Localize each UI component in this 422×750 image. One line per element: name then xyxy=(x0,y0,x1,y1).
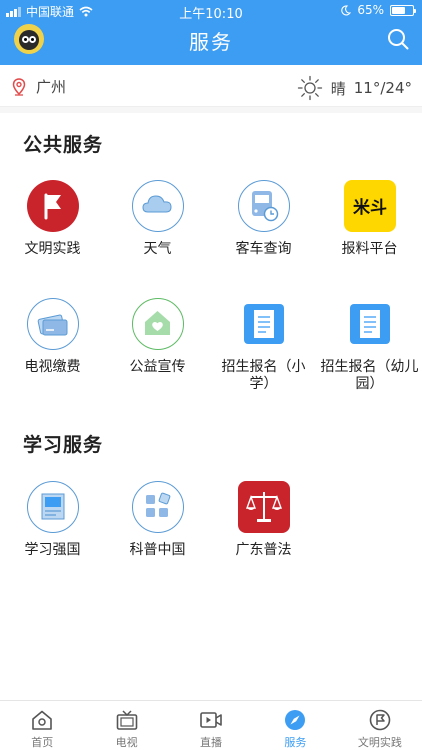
study-flag-icon xyxy=(26,481,79,533)
service-wenming-shijian[interactable]: 文明实践 xyxy=(0,180,105,258)
service-news-tip[interactable]: 米斗 报料平台 xyxy=(317,180,422,258)
bottom-tab-bar: 首页 电视 直播 服务 文明实践 xyxy=(0,700,422,750)
red-flag-icon xyxy=(26,180,79,232)
search-icon[interactable] xyxy=(386,27,410,51)
service-public-welfare[interactable]: 公益宣传 xyxy=(105,298,210,376)
tab-live[interactable]: 直播 xyxy=(169,701,253,750)
section-divider xyxy=(0,107,422,113)
temperature-range: 11°/24° xyxy=(353,79,412,97)
service-kepu-zhongguo[interactable]: 科普中国 xyxy=(105,481,210,559)
tab-home[interactable]: 首页 xyxy=(0,701,84,750)
tab-tv[interactable]: 电视 xyxy=(84,701,168,750)
top-header: 中国联通 上午10:10 65% 服务 xyxy=(0,0,422,65)
location-pin-icon xyxy=(12,77,26,96)
svg-text:米斗: 米斗 xyxy=(353,197,387,218)
flag-circle-icon xyxy=(369,709,391,731)
status-bar: 中国联通 上午10:10 65% xyxy=(0,0,422,22)
service-label: 学习强国 xyxy=(24,542,81,558)
location[interactable]: 广州 xyxy=(12,76,66,97)
service-label: 文明实践 xyxy=(24,241,81,257)
live-video-icon xyxy=(200,712,222,728)
service-bus-query[interactable]: 客车查询 xyxy=(211,180,316,258)
service-enroll-kindergarten[interactable]: 招生报名（幼儿园） xyxy=(317,298,422,393)
bus-clock-icon xyxy=(237,180,290,232)
moon-icon xyxy=(341,4,352,15)
heart-house-icon xyxy=(131,298,184,350)
sun-icon xyxy=(297,75,322,101)
service-label: 客车查询 xyxy=(235,241,292,257)
service-tv-payment[interactable]: 电视缴费 xyxy=(0,298,105,376)
tab-wenming[interactable]: 文明实践 xyxy=(338,701,422,750)
card-payment-icon xyxy=(26,298,79,350)
service-enroll-primary[interactable]: 招生报名（小学） xyxy=(211,298,316,393)
battery-percent: 65% xyxy=(357,3,384,17)
service-label: 天气 xyxy=(143,241,172,257)
notebook-icon xyxy=(343,298,396,350)
service-label: 广东普法 xyxy=(235,542,292,558)
justice-scale-icon xyxy=(237,481,290,533)
service-label: 公益宣传 xyxy=(129,359,186,375)
battery-icon xyxy=(390,4,416,16)
weather-condition: 晴 xyxy=(330,79,346,98)
page-title: 服务 xyxy=(189,30,233,54)
service-guangdong-pufa[interactable]: 广东普法 xyxy=(211,481,316,559)
tab-label: 首页 xyxy=(31,736,54,749)
location-weather-bar: 广州 晴 11°/24° xyxy=(0,65,422,107)
service-label: 科普中国 xyxy=(129,542,186,558)
compass-icon xyxy=(285,710,306,730)
tab-label: 服务 xyxy=(284,736,307,749)
tab-service[interactable]: 服务 xyxy=(253,701,337,750)
service-label: 招生报名（小学） xyxy=(221,359,306,392)
tab-label: 直播 xyxy=(200,736,223,749)
tv-icon xyxy=(116,710,137,730)
tab-label: 文明实践 xyxy=(357,736,402,749)
section-title-study: 学习服务 xyxy=(23,434,104,456)
service-label: 电视缴费 xyxy=(24,359,81,375)
news-tip-icon: 米斗 xyxy=(343,180,396,232)
cloud-icon xyxy=(131,180,184,232)
service-label: 报料平台 xyxy=(341,241,398,257)
section-title-public: 公共服务 xyxy=(23,134,104,156)
notebook-icon xyxy=(237,298,290,350)
service-weather[interactable]: 天气 xyxy=(105,180,210,258)
weather-info[interactable]: 晴 11°/24° xyxy=(297,75,412,101)
home-icon xyxy=(32,710,53,730)
service-label: 招生报名（幼儿园） xyxy=(320,359,419,392)
service-xuexi-qiangguo[interactable]: 学习强国 xyxy=(0,481,105,559)
tab-label: 电视 xyxy=(115,736,138,749)
city-label: 广州 xyxy=(36,78,67,96)
science-blocks-icon xyxy=(131,481,184,533)
